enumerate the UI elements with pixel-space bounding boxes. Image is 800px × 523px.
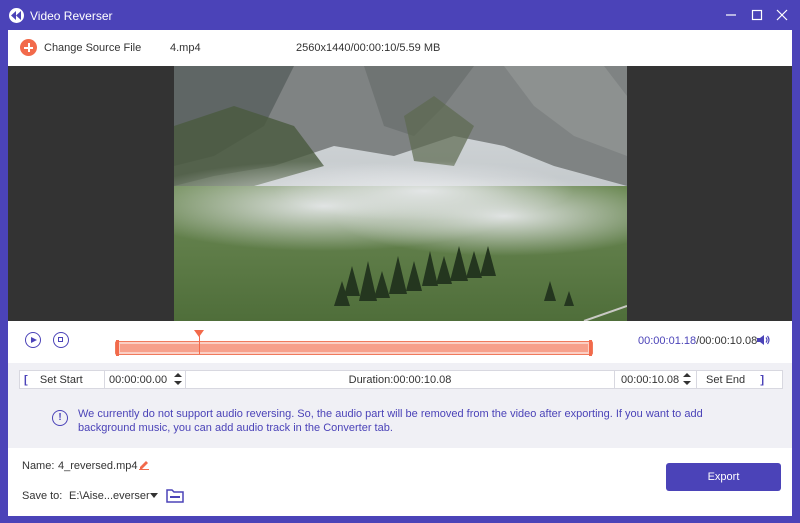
video-preview-area <box>8 66 792 321</box>
rewind-icon <box>9 8 24 23</box>
source-file-name: 4.mp4 <box>170 42 201 54</box>
export-button[interactable]: Export <box>666 463 781 491</box>
video-frame <box>174 66 627 321</box>
close-icon[interactable] <box>771 4 793 26</box>
play-icon[interactable] <box>25 332 41 348</box>
window-title: Video Reverser <box>30 9 113 23</box>
trim-controls: [ Set Start 00:00:00.00 Duration:00:00:1… <box>19 370 783 389</box>
maximize-icon[interactable] <box>746 4 768 26</box>
output-name-field[interactable]: 4_reversed.mp4 <box>58 460 138 472</box>
notice-text: We currently do not support audio revers… <box>78 408 703 434</box>
set-end-button[interactable]: Set End ] <box>706 374 778 386</box>
add-source-icon[interactable] <box>20 39 37 56</box>
minimize-icon[interactable] <box>720 4 742 26</box>
video-reverser-window: Video Reverser Change Source File 4.mp4 … <box>0 0 800 523</box>
edit-pencil-icon[interactable] <box>138 458 150 473</box>
playback-bar: 00:00:01.18/00:00:10.08 <box>8 321 792 363</box>
change-source-button[interactable]: Change Source File <box>44 42 141 54</box>
output-panel: Name: 4_reversed.mp4 Save to: E:\Aise...… <box>8 448 792 516</box>
trim-timeline[interactable] <box>115 340 593 356</box>
current-time: 00:00:01.18 <box>638 335 697 347</box>
source-bar: Change Source File 4.mp4 2560x1440/00:00… <box>8 30 792 66</box>
end-time-field-border <box>20 371 697 388</box>
source-file-info: 2560x1440/00:00:10/5.59 MB <box>296 42 441 54</box>
total-time: 00:00:10.08 <box>699 335 758 347</box>
main-content: Change Source File 4.mp4 2560x1440/00:00… <box>8 30 792 516</box>
bracket-close: ] <box>760 374 765 386</box>
volume-icon[interactable] <box>756 333 770 350</box>
info-icon: ! <box>52 410 68 426</box>
save-to-label: Save to: <box>22 490 63 502</box>
playhead-marker[interactable] <box>194 330 204 337</box>
set-end-label: Set End <box>706 374 746 386</box>
folder-icon[interactable] <box>166 488 184 506</box>
name-label: Name: <box>22 460 55 472</box>
stop-icon[interactable] <box>53 332 69 348</box>
title-bar: Video Reverser <box>0 0 800 30</box>
chevron-down-icon[interactable] <box>150 493 158 498</box>
playhead-line <box>199 336 200 354</box>
time-readout: 00:00:01.18/00:00:10.08 <box>638 335 757 347</box>
save-path-select[interactable]: E:\Aise...everser <box>69 490 150 502</box>
